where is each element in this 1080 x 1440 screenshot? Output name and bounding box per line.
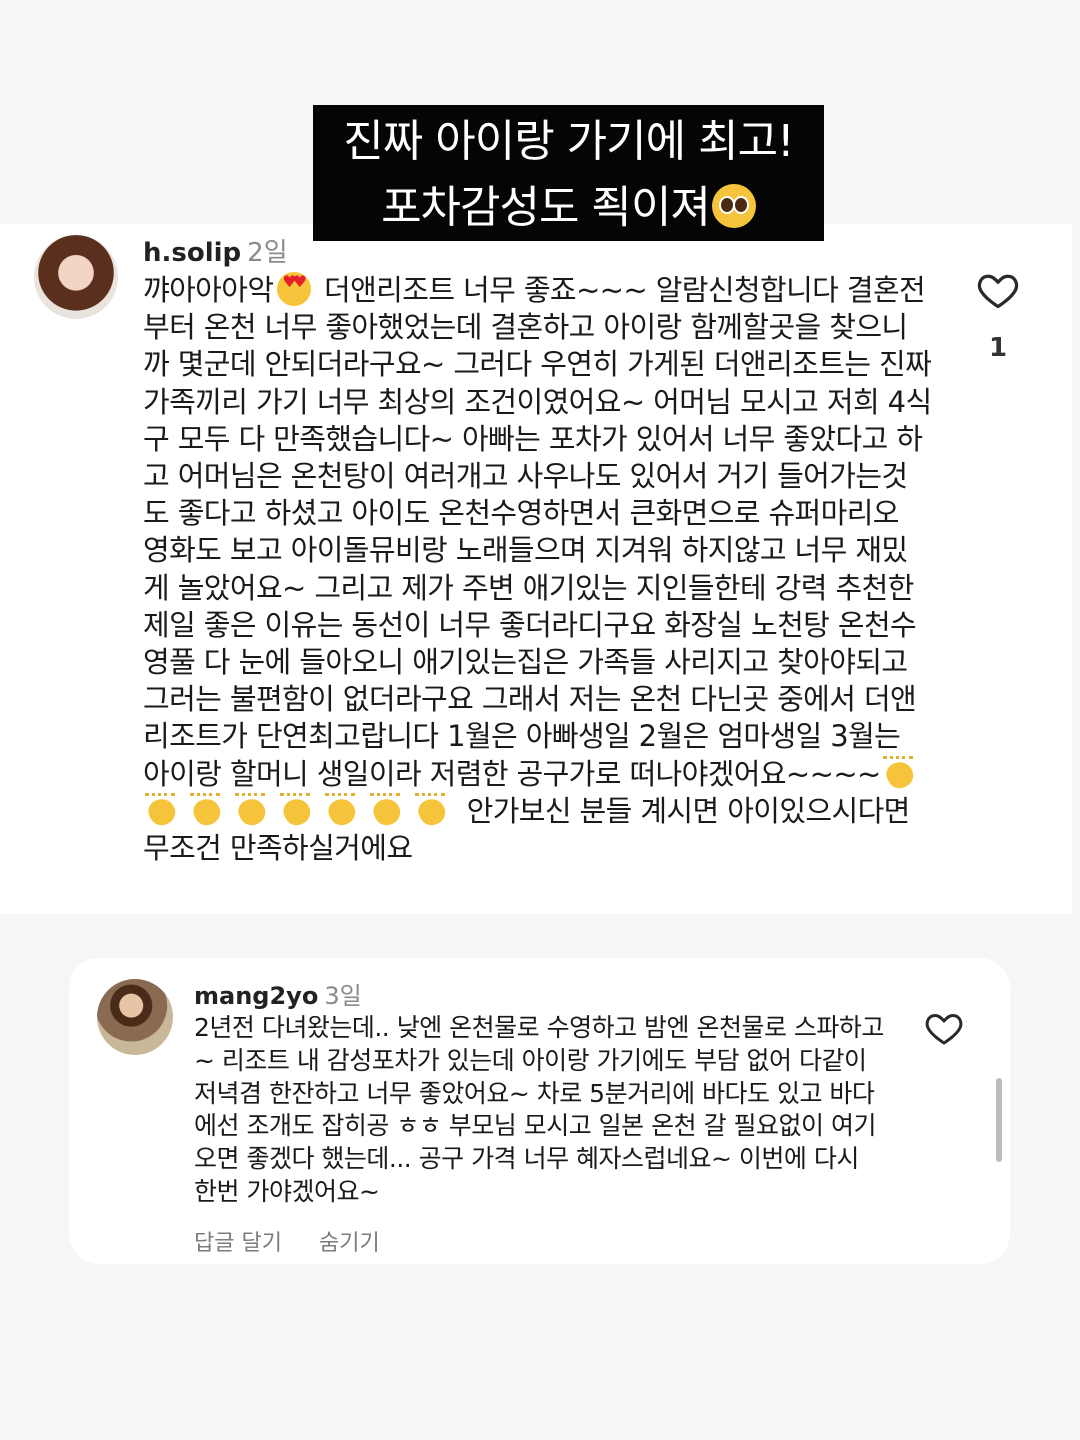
heart-icon[interactable] — [976, 268, 1020, 312]
comment-age: 2일 — [247, 238, 288, 268]
username[interactable]: h.solip — [143, 238, 241, 268]
clapping-hands-icon — [413, 792, 453, 827]
banner-line-1: 진짜 아이랑 가기에 최고! — [343, 116, 794, 167]
title-banner: 진짜 아이랑 가기에 최고! 포차감성도 죅이져 — [313, 105, 824, 241]
clapping-hands-icon — [368, 792, 408, 827]
comment-2-author[interactable]: mang2yo 3일 — [194, 976, 362, 1011]
heart-icon[interactable] — [924, 1008, 964, 1048]
clapping-hands-icon — [188, 792, 228, 827]
clapping-hands-icon — [143, 792, 183, 827]
comment-1-text: 꺄아아아악 더앤리조트 너무 좋죠~~~ 알람신청합니다 결혼전부터 온천 너무… — [143, 272, 933, 867]
username[interactable]: mang2yo — [194, 982, 318, 1010]
clapping-hands-icon — [233, 792, 273, 827]
heart-eyes-icon — [277, 272, 312, 306]
hide-button[interactable]: 숨기기 — [319, 1225, 380, 1257]
avatar[interactable] — [97, 979, 173, 1055]
avatar[interactable] — [34, 235, 118, 319]
clapping-hands-icon — [323, 792, 363, 827]
like-count[interactable]: 1 — [989, 333, 1007, 363]
banner-line-2: 포차감성도 죅이져 — [313, 175, 824, 241]
clapping-hands-icon — [278, 792, 318, 827]
comment-age: 3일 — [324, 982, 362, 1010]
reply-button[interactable]: 답글 달기 — [194, 1225, 282, 1257]
clapping-hands-icon — [881, 755, 921, 790]
comment-2-text: 2년전 다녀왔는데.. 낮엔 온천물로 수영하고 밤엔 온천물로 스파하고~ 리… — [194, 1013, 884, 1206]
comment-1-author[interactable]: h.solip 2일 — [143, 232, 288, 269]
scrollbar[interactable] — [996, 1078, 1002, 1162]
pleading-face-icon — [711, 184, 756, 228]
